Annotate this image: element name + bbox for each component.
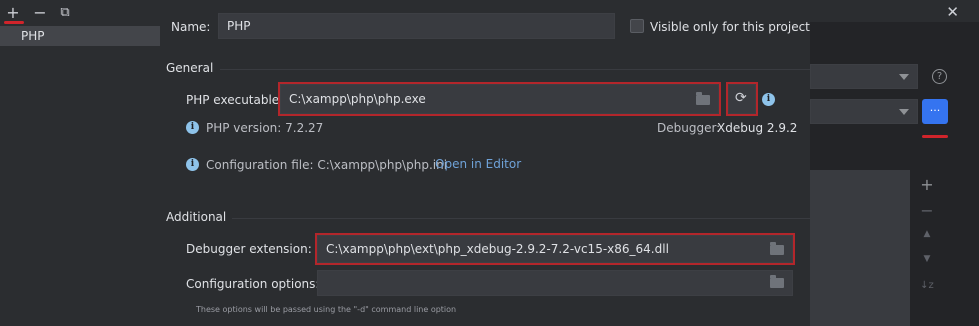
- additional-separator: [232, 218, 810, 219]
- browse-interpreters-button[interactable]: ...: [922, 99, 948, 124]
- browse-folder-icon[interactable]: [770, 242, 784, 255]
- chevron-down-icon: [899, 109, 909, 115]
- php-version-info-icon: i: [186, 121, 199, 134]
- sort-icon[interactable]: ↓z: [920, 280, 934, 291]
- interpreter-list-panel: + − ⧉ PHP: [0, 0, 160, 326]
- close-icon[interactable]: ✕: [946, 3, 959, 21]
- refresh-icon: ⟳: [735, 90, 747, 106]
- info-icon[interactable]: i: [762, 93, 775, 106]
- configuration-options-label: Configuration options:: [186, 277, 320, 291]
- add-interpreter-button[interactable]: +: [6, 5, 20, 21]
- debugger-extension-label: Debugger extension:: [186, 242, 312, 256]
- reload-php-info-button[interactable]: ⟳: [726, 82, 758, 116]
- help-icon[interactable]: ?: [932, 69, 947, 84]
- remove-icon[interactable]: −: [920, 201, 934, 220]
- debugger-extension-value: C:\xampp\php\ext\php_xdebug-2.9.2-7.2-vc…: [326, 242, 669, 256]
- open-in-editor-link[interactable]: Open in Editor: [435, 157, 521, 171]
- browse-folder-icon[interactable]: [696, 92, 710, 105]
- general-section-title: General: [166, 61, 214, 75]
- php-executable-field[interactable]: C:\xampp\php\php.exe: [278, 82, 721, 116]
- general-separator: [220, 69, 810, 70]
- browse-folder-icon[interactable]: [770, 275, 784, 288]
- copy-interpreter-button[interactable]: ⧉: [58, 6, 72, 20]
- background-dialog-titlebar: ✕: [810, 0, 979, 22]
- visible-only-label: Visible only for this project: [650, 20, 810, 34]
- visible-only-checkbox[interactable]: [630, 19, 644, 33]
- interpreter-settings: Name: PHP Visible only for this project …: [160, 0, 810, 326]
- config-file-info-icon: i: [186, 158, 199, 171]
- interpreter-list-item[interactable]: PHP: [0, 26, 160, 46]
- configuration-options-hint: These options will be passed using the "…: [196, 305, 457, 314]
- debugger-value: Xdebug 2.9.2: [717, 121, 798, 135]
- browse-button-highlight: [922, 135, 948, 138]
- configuration-file-text: Configuration file: C:\xampp\php\php.ini: [206, 158, 448, 172]
- additional-section-title: Additional: [166, 210, 227, 224]
- remove-interpreter-button[interactable]: −: [33, 5, 47, 21]
- move-down-icon[interactable]: ▼: [920, 254, 934, 264]
- debugger-label: Debugger:: [657, 121, 721, 135]
- add-button-highlight: [4, 21, 24, 24]
- background-combobox[interactable]: [810, 64, 918, 89]
- chevron-down-icon: [899, 74, 909, 80]
- background-dialog: ✕ ? ... + − ▲ ▼ ↓z: [810, 0, 979, 326]
- cli-interpreter-combobox[interactable]: [810, 99, 918, 124]
- add-icon[interactable]: +: [920, 175, 934, 194]
- configuration-options-field[interactable]: [317, 270, 793, 296]
- name-field[interactable]: PHP: [218, 13, 615, 39]
- background-list: [810, 170, 910, 326]
- debugger-extension-field[interactable]: C:\xampp\php\ext\php_xdebug-2.9.2-7.2-vc…: [315, 233, 795, 265]
- name-label: Name:: [171, 20, 211, 34]
- php-executable-label: PHP executable:: [186, 93, 284, 107]
- move-up-icon[interactable]: ▲: [920, 229, 934, 239]
- php-version-text: PHP version: 7.2.27: [206, 121, 324, 135]
- php-executable-value: C:\xampp\php\php.exe: [289, 92, 426, 106]
